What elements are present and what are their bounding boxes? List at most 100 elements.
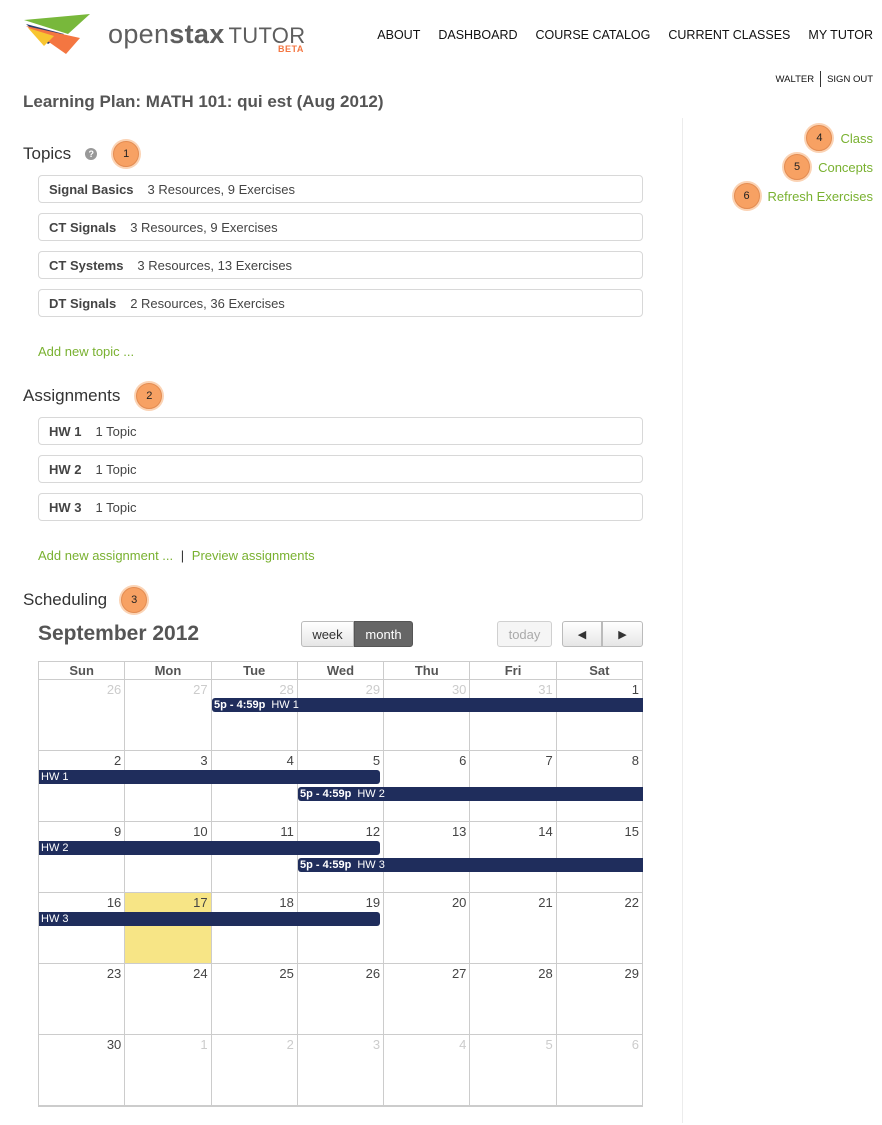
- calendar-event[interactable]: 5p - 4:59p HW 2: [298, 787, 643, 801]
- topic-name: DT Signals: [49, 295, 117, 311]
- assignment-row[interactable]: HW 1 1 Topic: [38, 417, 643, 445]
- calendar-day[interactable]: 2: [212, 1035, 298, 1105]
- calendar-day[interactable]: 5: [298, 751, 385, 821]
- calendar-day[interactable]: 21: [470, 893, 557, 963]
- calendar-day[interactable]: 9: [39, 822, 126, 892]
- topic-meta: 3 Resources, 9 Exercises: [147, 181, 295, 197]
- assignment-name: HW 3: [49, 499, 82, 515]
- nav-current-classes[interactable]: CURRENT CLASSES: [668, 28, 790, 42]
- event-time: 5p - 4:59p: [214, 699, 266, 711]
- openstax-tutor-logo[interactable]: openstax TUTOR BETA: [24, 14, 314, 58]
- nav-about[interactable]: ABOUT: [377, 28, 420, 42]
- topic-row[interactable]: Signal Basics 3 Resources, 9 Exercises: [38, 175, 643, 203]
- calendar-day[interactable]: 27: [125, 680, 212, 750]
- calendar-week: 30 1 2 3 4 5 6: [39, 1035, 642, 1106]
- assignments-header: Assignments 2: [23, 383, 163, 409]
- calendar-month-title: September 2012: [38, 622, 200, 645]
- next-month-button[interactable]: ▶: [602, 621, 643, 647]
- today-button[interactable]: today: [497, 621, 552, 647]
- topic-row[interactable]: DT Signals 2 Resources, 36 Exercises: [38, 289, 643, 317]
- sidebar-link-refresh-exercises[interactable]: 6 Refresh Exercises: [733, 183, 873, 209]
- calendar-day[interactable]: 18: [212, 893, 298, 963]
- calendar-day[interactable]: 2: [39, 751, 126, 821]
- assignment-row[interactable]: HW 3 1 Topic: [38, 493, 643, 521]
- calendar-day[interactable]: 22: [557, 893, 642, 963]
- calendar-event[interactable]: HW 2: [39, 841, 380, 855]
- sidebar-link-class[interactable]: 4 Class: [806, 125, 873, 151]
- sign-out-link[interactable]: SIGN OUT: [827, 74, 873, 85]
- callout-badge-6: 6: [733, 183, 760, 209]
- calendar-day[interactable]: 20: [384, 893, 471, 963]
- calendar-day[interactable]: 24: [125, 964, 212, 1034]
- week-view-button[interactable]: week: [301, 621, 354, 647]
- calendar-day[interactable]: 23: [39, 964, 126, 1034]
- today-group: today: [497, 621, 552, 647]
- callout-badge-3: 3: [121, 587, 148, 613]
- callout-badge-1: 1: [113, 141, 140, 167]
- calendar-event[interactable]: HW 1: [39, 770, 380, 784]
- event-title: HW 1: [41, 771, 69, 783]
- assignment-name: HW 1: [49, 423, 82, 439]
- calendar-day[interactable]: 1: [557, 680, 642, 750]
- calendar-day[interactable]: 8: [557, 751, 642, 821]
- refresh-exercises-link[interactable]: Refresh Exercises: [768, 189, 873, 204]
- user-name-link[interactable]: WALTER: [776, 74, 815, 85]
- event-title: HW 1: [271, 699, 299, 711]
- calendar-day-today[interactable]: 17: [125, 893, 212, 963]
- help-icon[interactable]: ?: [85, 148, 98, 160]
- calendar-day[interactable]: 26: [39, 680, 126, 750]
- calendar-event[interactable]: 5p - 4:59p HW 3: [298, 858, 643, 872]
- calendar-weekday-header: Sun Mon Tue Wed Thu Fri Sat: [38, 661, 643, 679]
- calendar-day[interactable]: 6: [557, 1035, 642, 1105]
- calendar-day[interactable]: 19: [298, 893, 385, 963]
- calendar-day[interactable]: 14: [470, 822, 557, 892]
- sidebar-link-concepts[interactable]: 5 Concepts: [784, 154, 873, 180]
- add-topic-link[interactable]: Add new topic ...: [38, 344, 134, 359]
- calendar-day[interactable]: 3: [125, 751, 212, 821]
- calendar-day[interactable]: 6: [384, 751, 471, 821]
- calendar-day[interactable]: 28: [470, 964, 557, 1034]
- month-view-button[interactable]: month: [354, 621, 413, 647]
- calendar-day[interactable]: 4: [212, 751, 298, 821]
- user-nav-divider: [820, 71, 822, 87]
- calendar-day[interactable]: 30: [384, 680, 471, 750]
- calendar-day[interactable]: 27: [384, 964, 471, 1034]
- class-link[interactable]: Class: [840, 131, 873, 146]
- weekday-sat: Sat: [589, 663, 610, 678]
- calendar-day[interactable]: 11: [212, 822, 298, 892]
- topic-row[interactable]: CT Signals 3 Resources, 9 Exercises: [38, 213, 643, 241]
- calendar-day[interactable]: 13: [384, 822, 471, 892]
- nav-arrows: ◀ ▶: [562, 621, 643, 647]
- calendar-day[interactable]: 5: [470, 1035, 557, 1105]
- sidebar-divider: [682, 118, 683, 1123]
- calendar-day[interactable]: 10: [125, 822, 212, 892]
- logo-beta: BETA: [278, 44, 304, 54]
- calendar-day[interactable]: 28: [212, 680, 298, 750]
- calendar-event[interactable]: 5p - 4:59p HW 1: [212, 698, 643, 712]
- calendar-day[interactable]: 4: [384, 1035, 471, 1105]
- nav-dashboard[interactable]: DASHBOARD: [438, 28, 517, 42]
- event-title: HW 2: [41, 842, 69, 854]
- prev-month-button[interactable]: ◀: [562, 621, 602, 647]
- preview-assignments-link[interactable]: Preview assignments: [192, 548, 315, 563]
- calendar-day[interactable]: 16: [39, 893, 126, 963]
- topic-row[interactable]: CT Systems 3 Resources, 13 Exercises: [38, 251, 643, 279]
- calendar-day[interactable]: 30: [39, 1035, 126, 1105]
- user-nav: WALTER SIGN OUT: [776, 71, 873, 87]
- calendar-day[interactable]: 3: [298, 1035, 385, 1105]
- calendar-day[interactable]: 1: [125, 1035, 212, 1105]
- calendar-day[interactable]: 26: [298, 964, 385, 1034]
- calendar-day[interactable]: 25: [212, 964, 298, 1034]
- calendar-day[interactable]: 29: [557, 964, 642, 1034]
- assignment-row[interactable]: HW 2 1 Topic: [38, 455, 643, 483]
- concepts-link[interactable]: Concepts: [818, 160, 873, 175]
- nav-course-catalog[interactable]: COURSE CATALOG: [536, 28, 651, 42]
- calendar-day[interactable]: 15: [557, 822, 642, 892]
- calendar-day[interactable]: 12: [298, 822, 385, 892]
- add-assignment-link[interactable]: Add new assignment ...: [38, 548, 173, 563]
- calendar-event[interactable]: HW 3: [39, 912, 380, 926]
- calendar-day[interactable]: 29: [298, 680, 385, 750]
- calendar-day[interactable]: 31: [470, 680, 557, 750]
- calendar-day[interactable]: 7: [470, 751, 557, 821]
- nav-my-tutor[interactable]: MY TUTOR: [808, 28, 873, 42]
